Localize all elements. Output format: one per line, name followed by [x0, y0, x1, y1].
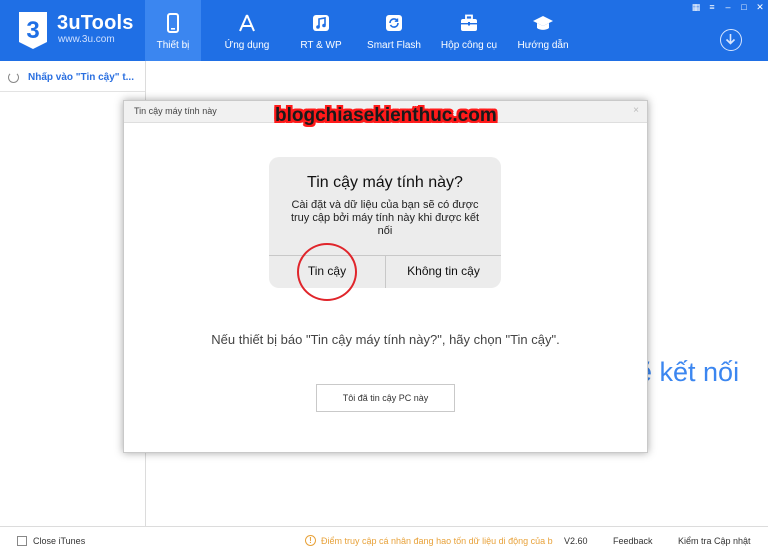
minimize-icon[interactable]: –: [722, 2, 734, 12]
nav-label: Thiết bị: [156, 40, 190, 51]
nav-ringtones[interactable]: RT & WP: [292, 0, 350, 61]
nav-smart-flash[interactable]: Smart Flash: [364, 0, 424, 61]
nav-label: Smart Flash: [367, 40, 421, 51]
close-itunes-label: Close iTunes: [33, 536, 86, 546]
app-url: www.3u.com: [58, 34, 115, 45]
sidebar-item-label: Nhấp vào "Tin cậy" t...: [28, 72, 134, 83]
svg-text:3: 3: [26, 17, 39, 44]
status-bar: Close iTunes ! Điểm truy cập cá nhân đan…: [0, 526, 768, 552]
instruction-text: Nếu thiết bị báo "Tin cậy máy tính này?"…: [211, 332, 560, 347]
loading-spinner-icon: [8, 72, 19, 83]
music-icon: [313, 15, 329, 31]
watermark-text: blogchiasekienthuc.com: [275, 105, 497, 126]
ios-alert-title: Tin cậy máy tính này?: [307, 174, 463, 191]
phone-icon: [167, 13, 179, 33]
warning-icon: !: [305, 535, 316, 546]
dialog-title: Tin cậy máy tính này: [134, 106, 217, 116]
feedback-link[interactable]: Feedback: [613, 536, 653, 546]
check-update-link[interactable]: Kiểm tra Cập nhật: [678, 536, 751, 546]
graduation-cap-icon: [533, 16, 553, 30]
arrow-down-icon: [725, 34, 736, 45]
ios-dont-trust-button: Không tin cậy: [407, 264, 480, 278]
nav-label: Ứng dụng: [224, 40, 270, 51]
refresh-icon: [386, 15, 402, 31]
background-connect-text: ẽ kết nối: [637, 357, 740, 387]
maximize-icon[interactable]: □: [738, 2, 750, 12]
appstore-icon: [239, 14, 255, 32]
top-bar: 3 3uTools www.3u.com Thiết bị Ứng dụng R…: [0, 0, 768, 61]
nav-device[interactable]: Thiết bị: [145, 0, 201, 61]
close-icon[interactable]: ✕: [754, 2, 766, 13]
dialog-close-icon[interactable]: ×: [633, 105, 639, 116]
highlight-circle: [297, 243, 357, 301]
menu-icon[interactable]: ≡: [706, 2, 718, 12]
skin-icon[interactable]: ▦: [690, 2, 702, 13]
app-logo: 3: [19, 12, 47, 49]
nav-label: RT & WP: [300, 40, 342, 51]
close-itunes-checkbox[interactable]: [17, 536, 27, 546]
version-label: V2.60: [564, 536, 588, 546]
trusted-pc-button[interactable]: Tôi đã tin cậy PC này: [316, 384, 455, 412]
nav-apps[interactable]: Ứng dụng: [219, 0, 275, 61]
hotspot-warning-text[interactable]: Điểm truy cập cá nhân đang hao tốn dữ li…: [321, 536, 559, 546]
nav-tutorials[interactable]: Hướng dẫn: [514, 0, 572, 61]
nav-toolbox[interactable]: Hộp công cụ: [438, 0, 500, 61]
nav-label: Hộp công cụ: [440, 40, 498, 51]
ios-alert-message: Cài đặt và dữ liệu của bạn sẽ có được tr…: [290, 199, 480, 237]
nav-label: Hướng dẫn: [517, 40, 569, 51]
download-icon[interactable]: [720, 29, 742, 51]
sidebar-item-device[interactable]: Nhấp vào "Tin cậy" t...: [0, 67, 145, 92]
app-name: 3uTools: [57, 12, 134, 34]
toolbox-icon: [461, 14, 477, 31]
